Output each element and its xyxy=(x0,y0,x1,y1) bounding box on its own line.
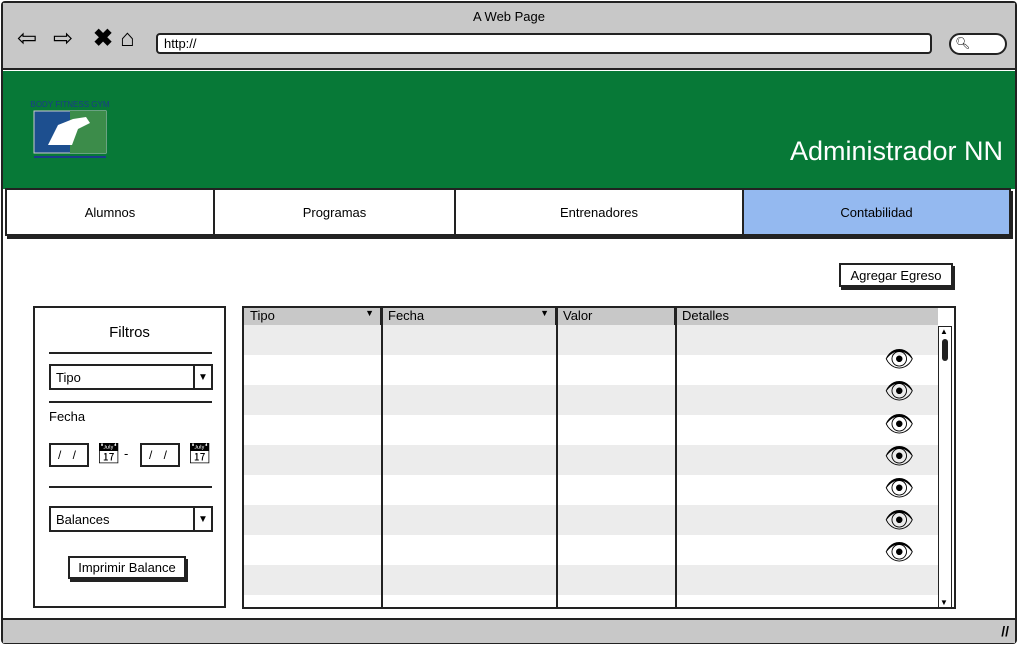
home-icon[interactable]: ⌂ xyxy=(120,27,135,51)
calendar-icon[interactable]: 📅︎ xyxy=(96,444,121,464)
main-tabs: Alumnos Programas Entrenadores Contabili… xyxy=(5,188,1011,236)
svg-text:BODY FITNESS GYM: BODY FITNESS GYM xyxy=(31,100,110,109)
column-divider xyxy=(675,308,677,607)
column-header-valor[interactable]: Valor xyxy=(557,308,676,325)
tipo-select[interactable]: Tipo ▼ xyxy=(49,364,213,390)
tab-contabilidad[interactable]: Contabilidad xyxy=(744,190,1009,234)
scrollbar-thumb[interactable] xyxy=(942,339,948,361)
tab-programas[interactable]: Programas xyxy=(215,190,456,234)
resize-grip-icon[interactable]: // xyxy=(1001,623,1009,639)
calendar-icon[interactable]: 📅︎ xyxy=(187,444,212,464)
column-header-detalles[interactable]: Detalles xyxy=(676,308,938,325)
gym-logo: BODY FITNESS GYM xyxy=(31,100,110,158)
scroll-up-icon[interactable]: ▲ xyxy=(940,327,948,336)
eye-icon[interactable]: 👁︎ xyxy=(884,509,914,533)
chevron-down-icon: ▼ xyxy=(193,366,211,388)
tipo-select-value: Tipo xyxy=(56,370,81,385)
date-separator: - xyxy=(124,446,129,461)
sort-down-icon[interactable]: ▼ xyxy=(540,308,549,318)
filters-panel: Filtros Tipo ▼ Fecha / / 📅︎ - / / 📅︎ Bala… xyxy=(33,306,226,608)
forward-arrow-icon[interactable]: ⇨ xyxy=(53,27,73,51)
table-row[interactable] xyxy=(244,535,938,565)
table-row[interactable] xyxy=(244,325,938,355)
table-row[interactable] xyxy=(244,355,938,385)
eye-icon[interactable]: 👁︎ xyxy=(884,380,914,404)
scroll-down-icon[interactable]: ▼ xyxy=(940,598,948,607)
app-header xyxy=(3,71,1015,189)
column-divider xyxy=(381,308,383,607)
browser-toolbar: A Web Page ⇦ ⇨ ✖ ⌂ http:// 🔍︎ xyxy=(3,3,1015,70)
table-row[interactable] xyxy=(244,565,938,595)
table-row[interactable] xyxy=(244,385,938,415)
table-row[interactable] xyxy=(244,415,938,445)
back-arrow-icon[interactable]: ⇦ xyxy=(17,27,37,51)
admin-user-label: Administrador NN xyxy=(789,136,1003,166)
date-from-input[interactable]: / / xyxy=(49,443,89,467)
chevron-down-icon: ▼ xyxy=(193,508,211,530)
balances-select-value: Balances xyxy=(56,512,110,527)
table-row[interactable] xyxy=(244,445,938,475)
filters-title: Filtros xyxy=(109,324,150,341)
column-header-label: Valor xyxy=(563,308,593,323)
search-input[interactable]: 🔍︎ xyxy=(949,33,1007,55)
expenses-table: Tipo ▼ Fecha ▼ Valor Detalles 👁︎ 👁︎ 👁︎ 👁︎ … xyxy=(242,306,956,609)
table-row[interactable] xyxy=(244,475,938,505)
eye-icon[interactable]: 👁︎ xyxy=(884,413,914,437)
fecha-label: Fecha xyxy=(49,409,86,424)
table-row[interactable] xyxy=(244,505,938,535)
column-divider xyxy=(556,308,558,607)
status-bar: // xyxy=(3,618,1015,643)
eye-icon[interactable]: 👁︎ xyxy=(884,541,914,565)
print-balance-button[interactable]: Imprimir Balance xyxy=(68,556,186,579)
tab-entrenadores[interactable]: Entrenadores xyxy=(456,190,744,234)
divider xyxy=(49,352,212,354)
sort-down-icon[interactable]: ▼ xyxy=(365,308,374,318)
tab-alumnos[interactable]: Alumnos xyxy=(7,190,215,234)
window-title: A Web Page xyxy=(472,9,546,24)
add-expense-button[interactable]: Agregar Egreso xyxy=(839,263,953,287)
divider xyxy=(49,401,212,403)
date-to-input[interactable]: / / xyxy=(140,443,180,467)
balances-select[interactable]: Balances ▼ xyxy=(49,506,213,532)
eye-icon[interactable]: 👁︎ xyxy=(884,477,914,501)
close-icon[interactable]: ✖ xyxy=(93,27,113,51)
table-scrollbar[interactable]: ▲ ▼ xyxy=(938,326,952,607)
eye-icon[interactable]: 👁︎ xyxy=(884,348,914,372)
column-header-label: Detalles xyxy=(682,308,729,323)
eye-icon[interactable]: 👁︎ xyxy=(884,445,914,469)
column-header-label: Tipo xyxy=(250,308,275,323)
column-header-fecha[interactable]: Fecha ▼ xyxy=(382,308,557,325)
divider xyxy=(49,486,212,488)
search-icon: 🔍︎ xyxy=(955,36,971,50)
url-input[interactable]: http:// xyxy=(156,33,932,54)
column-header-label: Fecha xyxy=(388,308,425,323)
column-header-tipo[interactable]: Tipo ▼ xyxy=(244,308,382,325)
